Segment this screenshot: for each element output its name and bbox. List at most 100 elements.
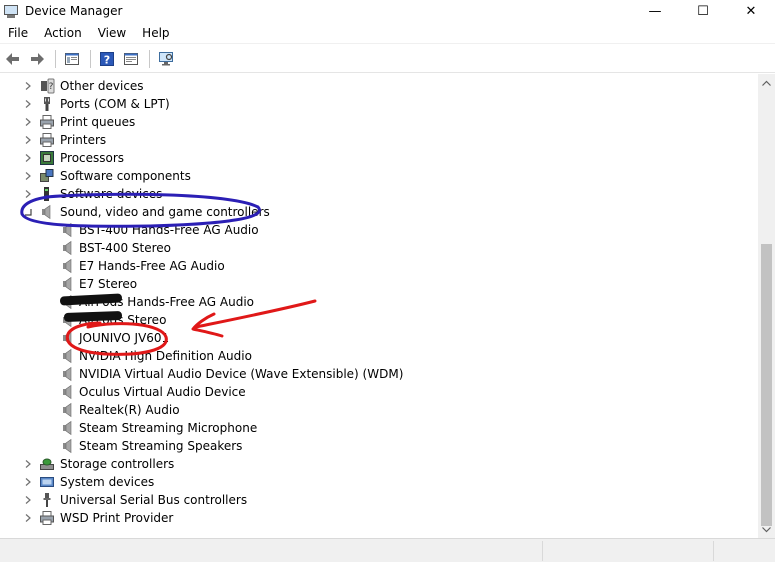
- toolbar: ?: [0, 45, 775, 73]
- tree-item-e7-stereo[interactable]: E7 Stereo: [0, 275, 758, 293]
- tree-item-label: Steam Streaming Speakers: [79, 439, 243, 453]
- scrollbar-thumb[interactable]: [761, 244, 772, 526]
- tree-item-label: Sound, video and game controllers: [60, 205, 270, 219]
- chevron-right-icon[interactable]: [23, 477, 33, 487]
- speaker-icon: [60, 348, 76, 364]
- chevron-right-icon[interactable]: [23, 99, 33, 109]
- software-device-icon: [39, 186, 55, 202]
- printer-icon: [39, 114, 55, 130]
- tree-item-sound-video-and-game-controllers[interactable]: Sound, video and game controllers: [0, 203, 758, 221]
- console-tree-icon: [65, 52, 79, 65]
- tree-item-label: WSD Print Provider: [60, 511, 174, 525]
- title-bar[interactable]: Device Manager — ☐ ✕: [0, 0, 775, 22]
- tree-item-label: Software components: [60, 169, 191, 183]
- chevron-right-icon[interactable]: [23, 189, 33, 199]
- tree-item-wsd-print-provider[interactable]: WSD Print Provider: [0, 509, 758, 527]
- tree-item-realtek-r-audio[interactable]: Realtek(R) Audio: [0, 401, 758, 419]
- close-button[interactable]: ✕: [727, 0, 775, 22]
- chevron-right-icon[interactable]: [23, 459, 33, 469]
- tree-item-airpods-stereo[interactable]: AirPods Stereo: [0, 311, 758, 329]
- help-button[interactable]: ?: [96, 48, 118, 70]
- speaker-icon: [60, 222, 76, 238]
- back-button[interactable]: [2, 48, 24, 70]
- tree-item-airpods-hands-free-ag-audio[interactable]: AirPods Hands-Free AG Audio: [0, 293, 758, 311]
- menu-file[interactable]: File: [0, 22, 36, 44]
- tree-item-label: Software devices: [60, 187, 163, 201]
- tree-item-bst-400-hands-free-ag-audio[interactable]: BST-400 Hands-Free AG Audio: [0, 221, 758, 239]
- properties-button[interactable]: [120, 48, 142, 70]
- speaker-icon: [60, 258, 76, 274]
- tree-item-label: Processors: [60, 151, 125, 165]
- scan-hardware-changes-button[interactable]: [155, 48, 177, 70]
- menu-help[interactable]: Help: [134, 22, 177, 44]
- tree-item-e7-hands-free-ag-audio[interactable]: E7 Hands-Free AG Audio: [0, 257, 758, 275]
- tree-item-ports-com-lpt[interactable]: Ports (COM & LPT): [0, 95, 758, 113]
- minimize-button[interactable]: —: [631, 0, 679, 22]
- tree-item-label: AirPods Hands-Free AG Audio: [79, 295, 254, 309]
- tree-item-label: Storage controllers: [60, 457, 175, 471]
- tree-item-label: JOUNIVO JV601: [79, 331, 170, 345]
- tree-item-print-queues[interactable]: Print queues: [0, 113, 758, 131]
- chevron-right-icon[interactable]: [23, 153, 33, 163]
- vertical-scrollbar[interactable]: [758, 74, 775, 538]
- chevron-right-icon[interactable]: [23, 513, 33, 523]
- device-manager-app-icon: [3, 3, 19, 19]
- menu-bar: File Action View Help: [0, 22, 775, 44]
- tree-item-label: Oculus Virtual Audio Device: [79, 385, 246, 399]
- tree-item-label: NVIDIA High Definition Audio: [79, 349, 252, 363]
- software-components-icon: [39, 168, 55, 184]
- tree-item-printers[interactable]: Printers: [0, 131, 758, 149]
- tree-item-storage-controllers[interactable]: Storage controllers: [0, 455, 758, 473]
- tree-item-universal-serial-bus-controllers[interactable]: Universal Serial Bus controllers: [0, 491, 758, 509]
- back-arrow-icon: [6, 52, 19, 65]
- tree-item-software-devices[interactable]: Software devices: [0, 185, 758, 203]
- tree-item-jounivo-jv601[interactable]: JOUNIVO JV601: [0, 329, 758, 347]
- tree-item-label: BST-400 Hands-Free AG Audio: [79, 223, 259, 237]
- window-title: Device Manager: [25, 4, 123, 18]
- status-cell: [713, 541, 775, 561]
- chevron-right-icon[interactable]: [23, 171, 33, 181]
- tree-item-nvidia-virtual-audio-device-wave-extensible-wdm[interactable]: NVIDIA Virtual Audio Device (Wave Extens…: [0, 365, 758, 383]
- speaker-icon: [60, 420, 76, 436]
- speaker-icon: [60, 240, 76, 256]
- menu-view[interactable]: View: [90, 22, 134, 44]
- chevron-right-icon[interactable]: [23, 135, 33, 145]
- tree-item-nvidia-high-definition-audio[interactable]: NVIDIA High Definition Audio: [0, 347, 758, 365]
- speaker-icon: [60, 330, 76, 346]
- svg-text:?: ?: [49, 82, 54, 92]
- usb-icon: [39, 492, 55, 508]
- chevron-expanded-icon[interactable]: [23, 207, 33, 217]
- device-tree: ? Other devices Ports (COM & LPT) Print que…: [0, 74, 758, 538]
- tree-item-label: Print queues: [60, 115, 136, 129]
- maximize-button[interactable]: ☐: [679, 0, 727, 22]
- chevron-down-icon: [762, 526, 771, 532]
- forward-button[interactable]: [26, 48, 48, 70]
- tree-item-label: Printers: [60, 133, 107, 147]
- tree-item-label: AirPods Stereo: [79, 313, 167, 327]
- tree-item-software-components[interactable]: Software components: [0, 167, 758, 185]
- tree-item-system-devices[interactable]: System devices: [0, 473, 758, 491]
- chevron-right-icon[interactable]: [23, 81, 33, 91]
- other-devices-icon: ?: [39, 78, 55, 94]
- scroll-down-arrow[interactable]: [758, 521, 775, 538]
- port-icon: [39, 96, 55, 112]
- show-hide-console-tree-button[interactable]: [61, 48, 83, 70]
- tree-item-label: Universal Serial Bus controllers: [60, 493, 248, 507]
- tree-item-processors[interactable]: Processors: [0, 149, 758, 167]
- tree-item-steam-streaming-microphone[interactable]: Steam Streaming Microphone: [0, 419, 758, 437]
- speaker-icon: [60, 384, 76, 400]
- tree-item-label: Ports (COM & LPT): [60, 97, 170, 111]
- tree-item-oculus-virtual-audio-device[interactable]: Oculus Virtual Audio Device: [0, 383, 758, 401]
- chevron-right-icon[interactable]: [23, 117, 33, 127]
- scroll-up-arrow[interactable]: [758, 74, 775, 91]
- chevron-right-icon[interactable]: [23, 495, 33, 505]
- tree-item-label: BST-400 Stereo: [79, 241, 172, 255]
- tree-item-label: E7 Stereo: [79, 277, 138, 291]
- tree-item-other-devices[interactable]: ? Other devices: [0, 77, 758, 95]
- tree-item-label: Realtek(R) Audio: [79, 403, 180, 417]
- system-devices-icon: [39, 474, 55, 490]
- tree-item-bst-400-stereo[interactable]: BST-400 Stereo: [0, 239, 758, 257]
- menu-action[interactable]: Action: [36, 22, 90, 44]
- tree-item-steam-streaming-speakers[interactable]: Steam Streaming Speakers: [0, 437, 758, 455]
- tree-item-label: E7 Hands-Free AG Audio: [79, 259, 225, 273]
